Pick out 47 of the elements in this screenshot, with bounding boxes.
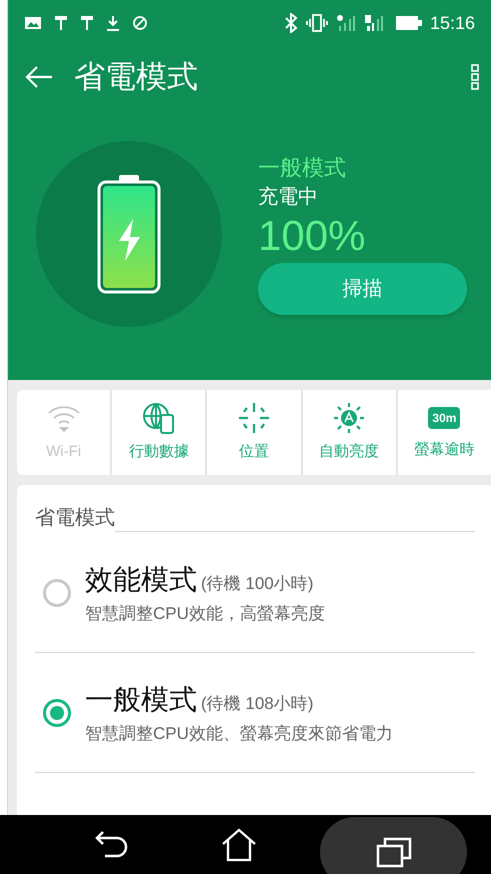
more-options-icon[interactable] [471,64,479,90]
section-title: 省電模式 [35,506,115,531]
mode-option[interactable]: 一般模式(待機 108小時) 智慧調整CPU效能、螢幕亮度來節省電力 [35,653,475,773]
clock: 15:16 [430,12,475,34]
signal-icon [364,14,384,32]
crosshair-icon [238,402,270,434]
toggle-label: 螢幕逾時 [414,440,474,460]
auto-brightness-icon [332,401,366,436]
mode-description: 智慧調整CPU效能、螢幕亮度來節省電力 [85,722,393,745]
recent-apps-icon [376,836,412,868]
brightness-toggle[interactable]: 自動亮度 [300,390,396,475]
mode-name: 效能模式 [85,562,197,597]
page-title: 省電模式 [74,58,198,96]
battery-icon [396,16,422,30]
location-toggle[interactable]: 位置 [205,390,301,475]
back-arrow-icon[interactable] [24,65,54,89]
mode-name: 一般模式 [85,682,197,717]
signal-icon [336,14,356,32]
mode-description: 智慧調整CPU效能，高螢幕亮度 [85,602,325,625]
scan-button[interactable]: 掃描 [258,263,467,315]
timeout-badge: 30m [428,407,460,430]
timeout-toggle[interactable]: 30m 螢幕逾時 [396,390,491,475]
current-mode: 一般模式 [258,154,347,182]
standby-time: (待機 108小時) [201,692,314,715]
mode-option[interactable]: 效能模式(待機 100小時) 智慧調整CPU效能，高螢幕亮度 [35,533,475,653]
data-toggle[interactable]: 行動數據 [110,390,206,475]
battery-charging-icon [97,174,161,294]
wifi-toggle[interactable]: Wi-Fi [17,390,110,475]
wifi-icon [46,404,81,432]
home-icon[interactable] [221,828,257,862]
charging-status: 充電中 [258,185,319,210]
blocked-icon [132,15,148,31]
standby-time: (待機 100小時) [201,572,314,595]
toggle-label: 行動數據 [128,442,189,462]
image-icon [24,16,42,30]
radio-button[interactable] [43,578,71,606]
toggle-label: Wi-Fi [46,442,82,462]
back-icon[interactable] [95,828,129,860]
toggle-label: 位置 [239,442,269,462]
vibrate-icon [306,14,328,32]
radio-button[interactable] [43,698,71,726]
toggle-label: 自動亮度 [319,442,380,462]
download-icon [106,15,120,31]
battery-percent: 100% [258,211,366,261]
globe-phone-icon [142,402,176,434]
bluetooth-icon [284,13,298,33]
recent-apps-button[interactable] [320,816,467,874]
